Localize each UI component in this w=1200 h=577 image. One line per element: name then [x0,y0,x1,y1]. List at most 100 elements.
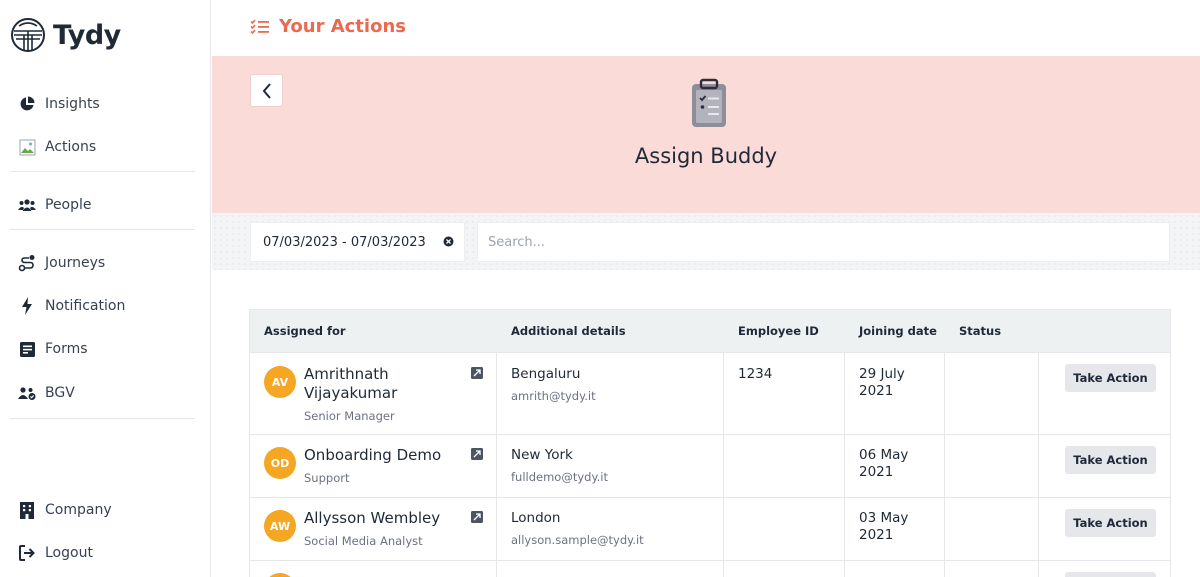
column-divider [496,498,497,560]
form-icon [18,340,36,358]
column-divider [1038,353,1039,434]
column-header: Assigned for [264,324,346,338]
sidebar-item-notification[interactable]: Notification [18,295,125,317]
column-divider [1038,498,1039,560]
employee-role: Support [304,471,350,485]
clipboard-icon [690,78,728,132]
employee-city: New York [511,447,573,463]
avatar [264,573,296,577]
sidebar-item-label: Forms [45,341,88,357]
sidebar-item-label: People [45,197,92,213]
sidebar-item-label: Company [45,502,112,518]
sidebar-item-label: BGV [45,385,75,401]
actions-table: Assigned for Additional details Employee… [249,309,1171,577]
back-button[interactable] [250,74,283,107]
employee-name: Amrithnath Vijayakumar [304,365,398,402]
employee-name: Onboarding Demo [304,446,442,464]
column-divider [496,353,497,434]
pie-chart-icon [18,95,36,113]
employee-email: amrith@tydy.it [511,389,596,403]
sidebar-item-journeys[interactable]: Journeys [18,252,105,274]
date-range-value: 07/03/2023 - 07/03/2023 [263,234,426,250]
take-action-button[interactable]: Take Action [1065,446,1156,474]
date-range-picker[interactable]: 07/03/2023 - 07/03/2023 [250,222,465,262]
brand-logo[interactable]: Tydy [10,17,121,53]
user-check-icon [18,384,36,402]
bolt-icon [18,297,36,315]
logout-icon [18,544,36,562]
clear-date-icon[interactable] [443,236,454,251]
sidebar-item-label: Logout [45,545,93,561]
tydy-logo-icon [11,18,45,52]
sidebar-item-label: Actions [45,139,97,155]
sidebar: Tydy Insights Actions People Journeys No… [0,0,211,577]
table-header: Assigned for Additional details Employee… [250,310,1170,353]
avatar: AW [264,510,296,542]
column-divider [723,435,724,497]
open-profile-icon[interactable] [471,448,483,460]
sidebar-item-label: Insights [45,96,100,112]
column-divider [723,353,724,434]
column-divider [1038,561,1039,577]
column-header: Joining date [859,324,937,338]
column-divider [944,561,945,577]
broken-image-icon [18,138,36,156]
sidebar-item-label: Journeys [45,255,106,271]
page-title-text: Your Actions [279,16,406,37]
joining-date: 06 May 2021 [859,447,909,480]
brand-name: Tydy [53,19,121,51]
joining-date: 03 May 2021 [859,510,909,543]
column-divider [844,353,845,434]
sidebar-item-logout[interactable]: Logout [18,542,93,564]
sidebar-item-label: Notification [45,298,126,314]
employee-role: Senior Manager [304,409,395,423]
journey-icon [18,254,36,272]
column-divider [944,498,945,560]
checklist-icon [250,18,269,34]
sidebar-item-company[interactable]: Company [18,499,112,521]
column-divider [944,353,945,434]
page-title: Your Actions [250,16,406,37]
column-header: Employee ID [738,324,819,338]
column-divider [723,561,724,577]
building-icon [18,501,36,519]
joining-date: 29 July 2021 [859,366,905,399]
take-action-button[interactable]: Take Action [1065,364,1156,392]
search-input[interactable] [477,222,1170,262]
take-action-button[interactable] [1065,572,1156,577]
open-profile-icon[interactable] [471,367,483,379]
column-divider [496,435,497,497]
employee-name: Allysson Wembley [304,509,441,527]
column-divider [1038,435,1039,497]
chevron-left-icon [262,82,271,99]
employee-email: allyson.sample@tydy.it [511,533,644,547]
employee-email: fulldemo@tydy.it [511,470,608,484]
table-row [250,561,1170,577]
divider [10,171,195,172]
column-divider [844,435,845,497]
column-divider [844,498,845,560]
employee-id: 1234 [738,366,773,382]
sidebar-item-people[interactable]: People [18,194,92,216]
column-header: Additional details [511,324,626,338]
avatar: OD [264,447,296,479]
avatar: AV [264,366,296,398]
column-divider [944,435,945,497]
filter-bar: 07/03/2023 - 07/03/2023 [212,213,1200,270]
banner-title: Assign Buddy [634,144,778,168]
open-profile-icon[interactable] [471,511,483,523]
table-row: AW Allysson Wembley Social Media Analyst… [250,498,1170,561]
column-divider [844,561,845,577]
employee-role: Social Media Analyst [304,534,423,548]
employee-city: London [511,510,561,526]
sidebar-item-actions[interactable]: Actions [18,136,96,158]
action-banner: Assign Buddy [212,56,1200,213]
table-row: OD Onboarding Demo Support New York full… [250,435,1170,498]
column-divider [723,498,724,560]
divider [10,229,195,230]
take-action-button[interactable]: Take Action [1065,509,1156,537]
sidebar-item-forms[interactable]: Forms [18,338,88,360]
employee-city: Bengaluru [511,366,581,382]
sidebar-item-bgv[interactable]: BGV [18,382,75,404]
sidebar-item-insights[interactable]: Insights [18,93,100,115]
